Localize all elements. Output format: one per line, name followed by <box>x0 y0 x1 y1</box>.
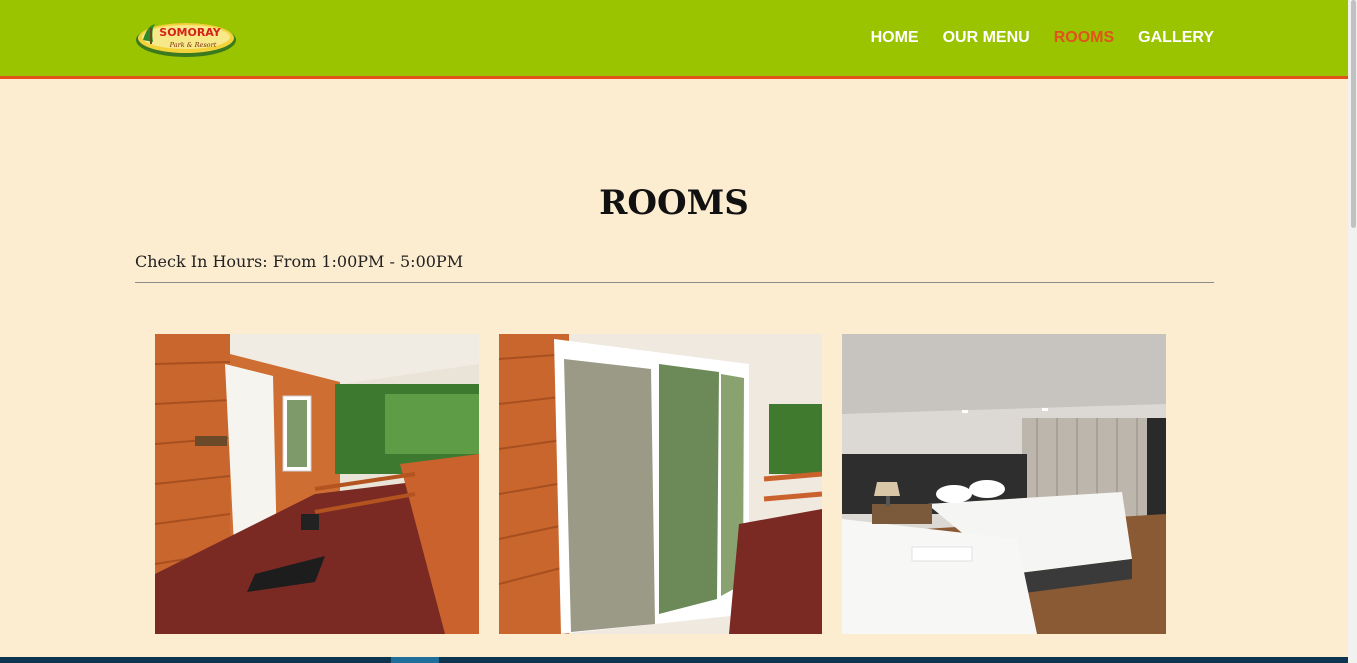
room-photo-porch[interactable] <box>155 334 479 634</box>
nav-our-menu[interactable]: OUR MENU <box>943 29 1030 47</box>
room-photo-sliding-door[interactable] <box>499 334 822 634</box>
checkin-hours: Check In Hours: From 1:00PM - 5:00PM <box>135 252 464 271</box>
resort-logo[interactable]: SOMORAY Park & Resort <box>135 18 237 58</box>
main-nav: HOME OUR MENU ROOMS GALLERY <box>871 29 1214 47</box>
nav-gallery[interactable]: GALLERY <box>1138 29 1214 47</box>
room-photo-bedroom[interactable] <box>842 334 1166 634</box>
divider <box>135 282 1214 283</box>
footer-strip <box>0 657 1348 663</box>
logo-text-sub: Park & Resort <box>169 41 217 49</box>
footer-accent <box>391 657 439 663</box>
site-header: SOMORAY Park & Resort HOME OUR MENU ROOM… <box>0 0 1348 79</box>
page-title: ROOMS <box>599 183 749 223</box>
nav-rooms[interactable]: ROOMS <box>1054 29 1114 47</box>
logo-text-main: SOMORAY <box>159 26 222 39</box>
scrollbar-thumb[interactable] <box>1351 0 1356 228</box>
nav-home[interactable]: HOME <box>871 29 919 47</box>
